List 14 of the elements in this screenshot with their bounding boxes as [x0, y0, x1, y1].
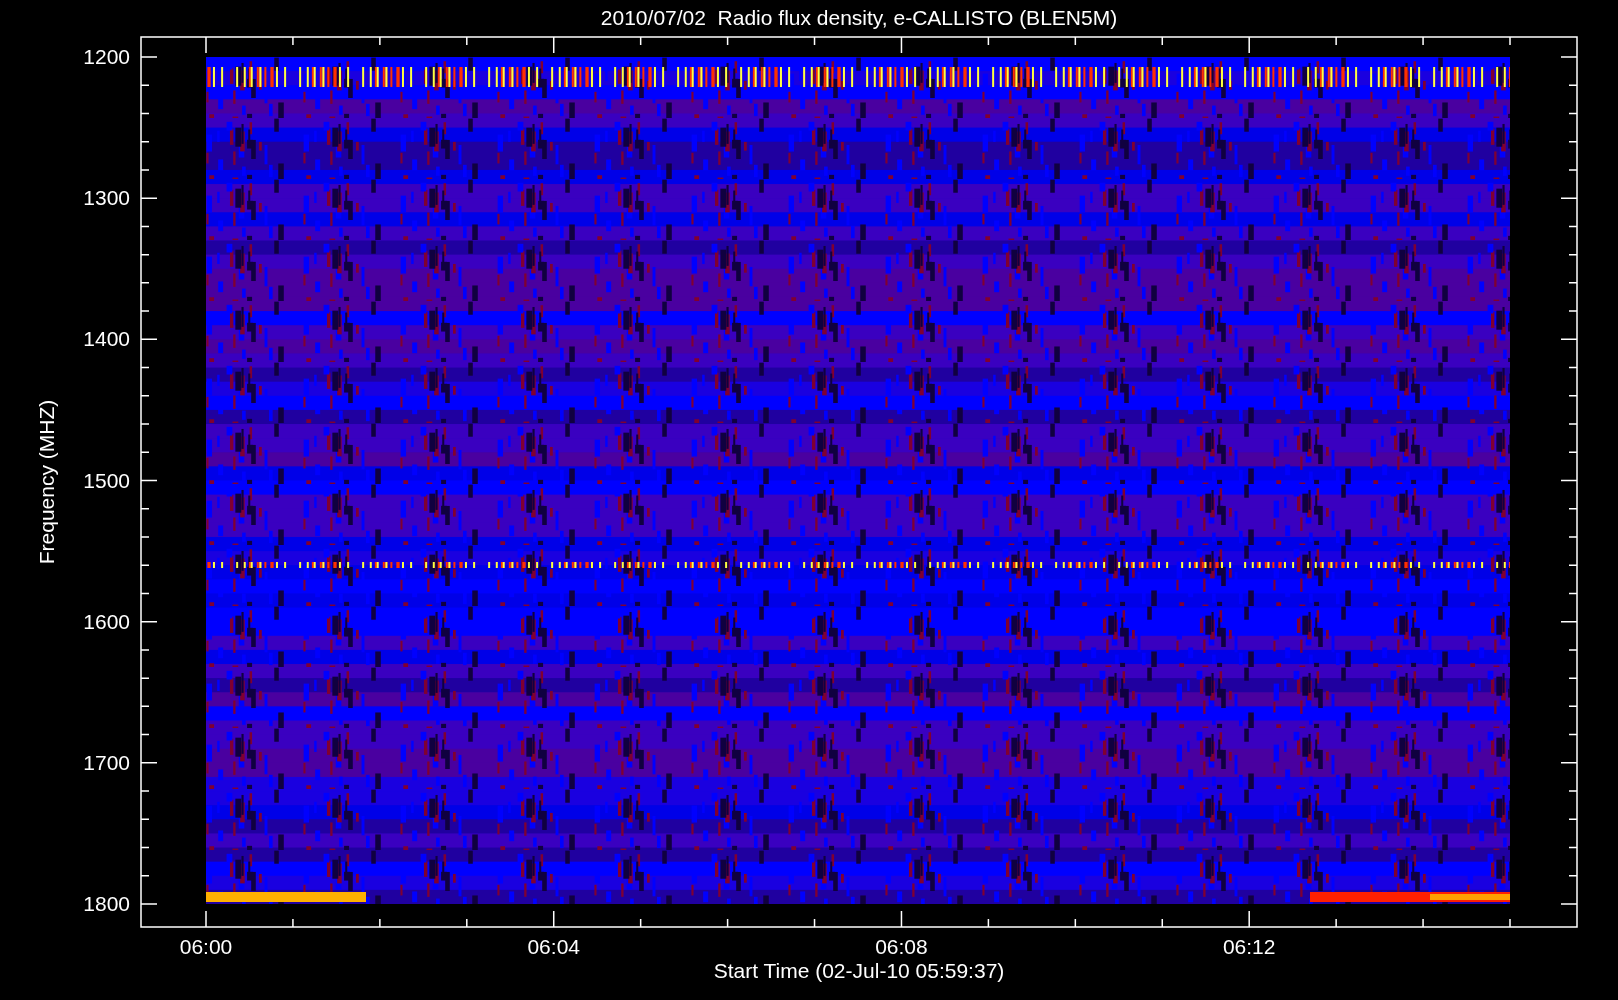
axis-label: Frequency (MHZ) [35, 399, 58, 565]
axis-tick-label: 1600 [83, 609, 130, 633]
axis-tick-label: 1400 [83, 327, 130, 351]
axis-tick-label: 1200 [83, 45, 130, 68]
axis-tick-label: 1500 [83, 468, 130, 492]
axis-tick-label: 1800 [83, 892, 130, 915]
axis-tick-label: 06:04 [527, 935, 580, 958]
axis-tick-label: 06:08 [875, 935, 928, 958]
axis-tick-label: 06:00 [179, 935, 233, 958]
axis-tick-label: 1700 [83, 750, 130, 774]
axis-label: Start Time (02-Jul-10 05:59:37) [713, 959, 1005, 982]
axis-tick-label: 1300 [83, 186, 130, 210]
chart-title: 2010/07/02 Radio flux density, e-CALLISTO (BLEN5M) [600, 6, 1118, 29]
axis-tick-label: 06:12 [1222, 935, 1276, 958]
